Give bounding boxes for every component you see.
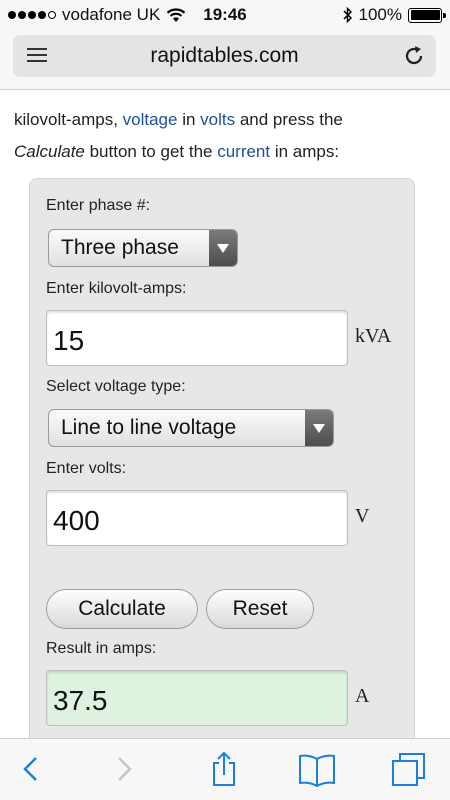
result-output: 37.5 [46,670,348,726]
volts-input[interactable]: 400 [46,490,348,546]
voltage-link[interactable]: voltage [123,110,178,129]
phase-select-value: Three phase [61,236,179,259]
calculate-button[interactable]: Calculate [46,589,198,629]
kva-label: Enter kilovolt-amps: [46,280,187,297]
chevron-down-icon [305,410,333,446]
kva-input[interactable]: 15 [46,310,348,366]
calculator-panel: Enter phase #: Three phase Enter kilovol… [29,178,415,738]
intro-text: button to get the [84,142,218,161]
url-text[interactable]: rapidtables.com [13,44,436,68]
volts-input-value: 400 [53,505,100,536]
bluetooth-icon [342,6,352,24]
bookmarks-icon[interactable] [297,751,337,787]
result-unit: A [355,685,370,707]
browser-toolbar [0,738,450,800]
intro-text: and press the [235,110,343,129]
battery-percent: 100% [358,5,402,24]
intro-text: in amps: [270,142,340,161]
reset-button[interactable]: Reset [206,589,314,629]
chevron-down-icon [209,230,237,266]
kva-input-value: 15 [53,325,85,356]
phase-label: Enter phase #: [46,197,151,214]
result-label: Result in amps: [46,640,157,657]
intro-text: kilovolt-amps, [14,110,123,129]
battery-icon [408,7,446,23]
status-bar: vodafone UK 19:46 100% [0,0,450,30]
back-icon[interactable] [12,751,52,787]
volts-unit: V [355,505,370,527]
voltage-type-select-value: Line to line voltage [61,416,237,439]
voltage-type-select[interactable]: Line to line voltage [48,409,334,447]
kva-unit: kVA [355,325,392,347]
reload-icon[interactable] [402,44,426,68]
calculate-word: Calculate [14,142,85,161]
intro-text: in [177,110,201,129]
result-value: 37.5 [53,685,108,716]
voltage-type-label: Select voltage type: [46,378,186,395]
status-right: 100% [342,5,446,25]
current-link[interactable]: current [217,142,270,161]
share-icon[interactable] [204,751,244,787]
tabs-icon[interactable] [389,751,429,787]
address-bar[interactable]: rapidtables.com [13,35,436,77]
browser-nav-bar: rapidtables.com [0,30,450,90]
volts-link[interactable]: volts [200,110,235,129]
phase-select[interactable]: Three phase [48,229,238,267]
forward-icon[interactable] [103,751,143,787]
intro-paragraph: kilovolt-amps, voltage in volts and pres… [14,104,439,168]
page-content: kilovolt-amps, voltage in volts and pres… [0,90,450,738]
volts-label: Enter volts: [46,460,127,477]
